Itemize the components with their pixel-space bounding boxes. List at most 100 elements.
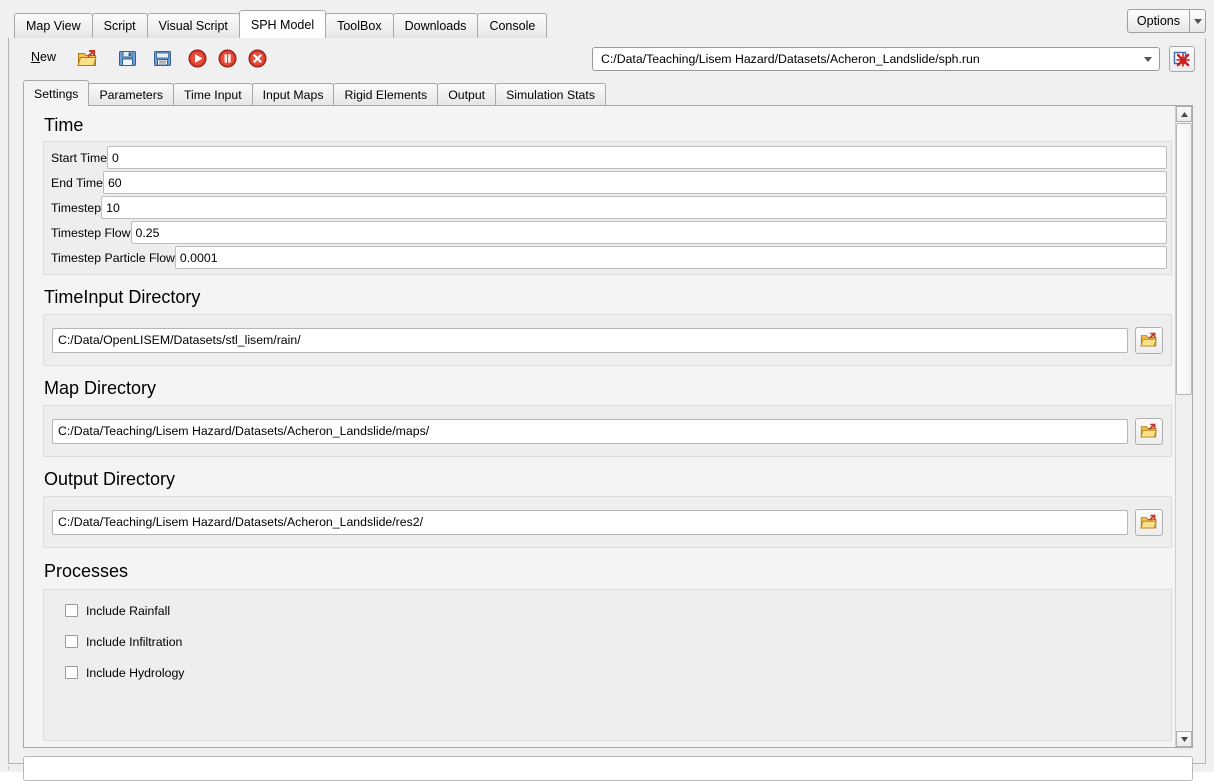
- output-directory-browse-button[interactable]: [1135, 508, 1163, 536]
- delete-run-icon: [1173, 51, 1190, 67]
- tab-parameters[interactable]: Parameters: [88, 83, 174, 106]
- tab-label: Map View: [26, 19, 81, 33]
- sph-toolbar: New C:/Data/Teaching/Lisem Hazard/Datase…: [9, 38, 1205, 78]
- pause-icon[interactable]: [217, 48, 238, 69]
- tab-label: Time Input: [184, 88, 242, 102]
- row-timestep-flow: Timestep Flow 0.25: [44, 220, 1171, 245]
- timestep-input[interactable]: 10: [101, 196, 1167, 219]
- options-control: Options: [1126, 9, 1206, 33]
- tab-input-maps[interactable]: Input Maps: [251, 83, 335, 106]
- open-folder-icon[interactable]: [77, 48, 98, 69]
- time-group: Start Time 0 End Time 60 Timestep 10 Tim…: [43, 141, 1172, 275]
- tab-map-view[interactable]: Map View: [14, 13, 93, 38]
- end-time-label: End Time: [51, 175, 103, 190]
- tab-label: Rigid Elements: [344, 88, 428, 102]
- open-folder-icon: [1140, 514, 1157, 529]
- tab-label: Console: [489, 19, 536, 33]
- open-folder-icon: [1140, 423, 1157, 438]
- checkbox-row-include-hydrology[interactable]: Include Hydrology: [44, 660, 1171, 685]
- scroll-down-button[interactable]: [1176, 731, 1192, 747]
- save-icon[interactable]: [117, 48, 138, 69]
- include-rainfall-checkbox[interactable]: [65, 604, 78, 617]
- tab-label: SPH Model: [250, 17, 315, 32]
- main-tab-list: Map View Script Visual Script SPH Model …: [14, 10, 548, 38]
- output-directory-input[interactable]: C:/Data/Teaching/Lisem Hazard/Datasets/A…: [52, 509, 1128, 535]
- tab-label: Downloads: [404, 19, 467, 33]
- checkbox-row-include-infiltration[interactable]: Include Infiltration: [44, 629, 1171, 654]
- delete-run-button[interactable]: [1169, 46, 1195, 72]
- chevron-down-icon[interactable]: [1190, 9, 1206, 33]
- timeinput-directory-title: TimeInput Directory: [44, 287, 201, 307]
- end-time-input[interactable]: 60: [102, 171, 1167, 194]
- settings-content: Time Start Time 0 End Time 60 Timestep 1…: [24, 106, 1176, 747]
- row-timestep: Timestep 10: [44, 195, 1171, 220]
- new-label-rest: ew: [40, 50, 57, 64]
- settings-scroll-area: Time Start Time 0 End Time 60 Timestep 1…: [23, 105, 1193, 748]
- run-icon[interactable]: [187, 48, 208, 69]
- main-tab-bar: Map View Script Visual Script SPH Model …: [0, 0, 1214, 40]
- tab-output[interactable]: Output: [437, 83, 497, 106]
- timestep-flow-input[interactable]: 0.25: [130, 221, 1167, 244]
- scrollbar-track[interactable]: [1176, 123, 1192, 730]
- tab-label: Settings: [34, 86, 79, 101]
- time-section-title: Time: [44, 115, 84, 135]
- triangle-down-icon: [1180, 736, 1188, 742]
- tab-downloads[interactable]: Downloads: [392, 13, 479, 38]
- include-infiltration-label: Include Infiltration: [86, 634, 183, 649]
- tab-sph-model[interactable]: SPH Model: [238, 10, 327, 38]
- tab-label: Simulation Stats: [506, 88, 595, 102]
- timestep-particle-flow-label: Timestep Particle Flow: [51, 250, 175, 265]
- tab-settings[interactable]: Settings: [23, 80, 90, 106]
- processes-group: Include Rainfall Include Infiltration In…: [43, 589, 1172, 741]
- timeinput-directory-input[interactable]: C:/Data/OpenLISEM/Datasets/stl_lisem/rai…: [52, 327, 1128, 353]
- stop-icon[interactable]: [247, 48, 268, 69]
- timeinput-directory-group: C:/Data/OpenLISEM/Datasets/stl_lisem/rai…: [43, 314, 1172, 366]
- row-end-time: End Time 60: [44, 170, 1171, 195]
- options-label: Options: [1136, 14, 1180, 28]
- row-timestep-particle-flow: Timestep Particle Flow 0.0001: [44, 245, 1171, 270]
- start-time-input[interactable]: 0: [107, 146, 1167, 169]
- save-as-icon[interactable]: [152, 48, 173, 69]
- include-hydrology-label: Include Hydrology: [86, 665, 185, 680]
- run-file-combobox[interactable]: C:/Data/Teaching/Lisem Hazard/Datasets/A…: [592, 47, 1160, 71]
- tab-rigid-elements[interactable]: Rigid Elements: [333, 83, 439, 106]
- include-rainfall-label: Include Rainfall: [86, 603, 171, 618]
- tab-label: Visual Script: [158, 19, 228, 33]
- run-file-value: C:/Data/Teaching/Lisem Hazard/Datasets/A…: [601, 52, 980, 66]
- sph-model-panel: New C:/Data/Teaching/Lisem Hazard/Datase…: [8, 38, 1206, 781]
- timestep-particle-flow-input[interactable]: 0.0001: [174, 246, 1167, 269]
- scroll-up-button[interactable]: [1176, 106, 1192, 122]
- map-directory-title: Map Directory: [44, 378, 157, 398]
- status-bar: [23, 756, 1193, 781]
- output-directory-title: Output Directory: [44, 469, 176, 489]
- chevron-down-icon[interactable]: [1137, 56, 1159, 62]
- tab-script[interactable]: Script: [91, 13, 148, 38]
- tab-console[interactable]: Console: [477, 13, 548, 38]
- timestep-flow-label: Timestep Flow: [51, 225, 131, 240]
- new-button[interactable]: New: [31, 50, 56, 64]
- tab-toolbox[interactable]: ToolBox: [325, 13, 394, 38]
- triangle-up-icon: [1180, 111, 1188, 117]
- options-button[interactable]: Options: [1126, 9, 1190, 33]
- include-infiltration-checkbox[interactable]: [65, 635, 78, 648]
- scrollbar-thumb[interactable]: [1176, 123, 1192, 395]
- tab-label: Parameters: [99, 88, 163, 102]
- map-directory-group: C:/Data/Teaching/Lisem Hazard/Datasets/A…: [43, 405, 1172, 457]
- tab-time-input[interactable]: Time Input: [173, 83, 253, 106]
- checkbox-row-include-rainfall[interactable]: Include Rainfall: [44, 598, 1171, 623]
- tab-label: Input Maps: [262, 88, 324, 102]
- tab-simulation-stats[interactable]: Simulation Stats: [495, 83, 606, 106]
- map-directory-browse-button[interactable]: [1135, 417, 1163, 445]
- timeinput-directory-browse-button[interactable]: [1135, 326, 1163, 354]
- window-corner-mark: [8, 766, 14, 770]
- output-directory-group: C:/Data/Teaching/Lisem Hazard/Datasets/A…: [43, 496, 1172, 548]
- processes-title: Processes: [44, 561, 129, 581]
- tab-label: Output: [448, 88, 486, 102]
- tab-visual-script[interactable]: Visual Script: [146, 13, 240, 38]
- settings-vertical-scrollbar[interactable]: [1175, 106, 1192, 747]
- start-time-label: Start Time: [51, 150, 108, 165]
- open-folder-icon: [1140, 332, 1157, 347]
- map-directory-input[interactable]: C:/Data/Teaching/Lisem Hazard/Datasets/A…: [52, 418, 1128, 444]
- include-hydrology-checkbox[interactable]: [65, 666, 78, 679]
- new-mnemonic: N: [31, 50, 41, 64]
